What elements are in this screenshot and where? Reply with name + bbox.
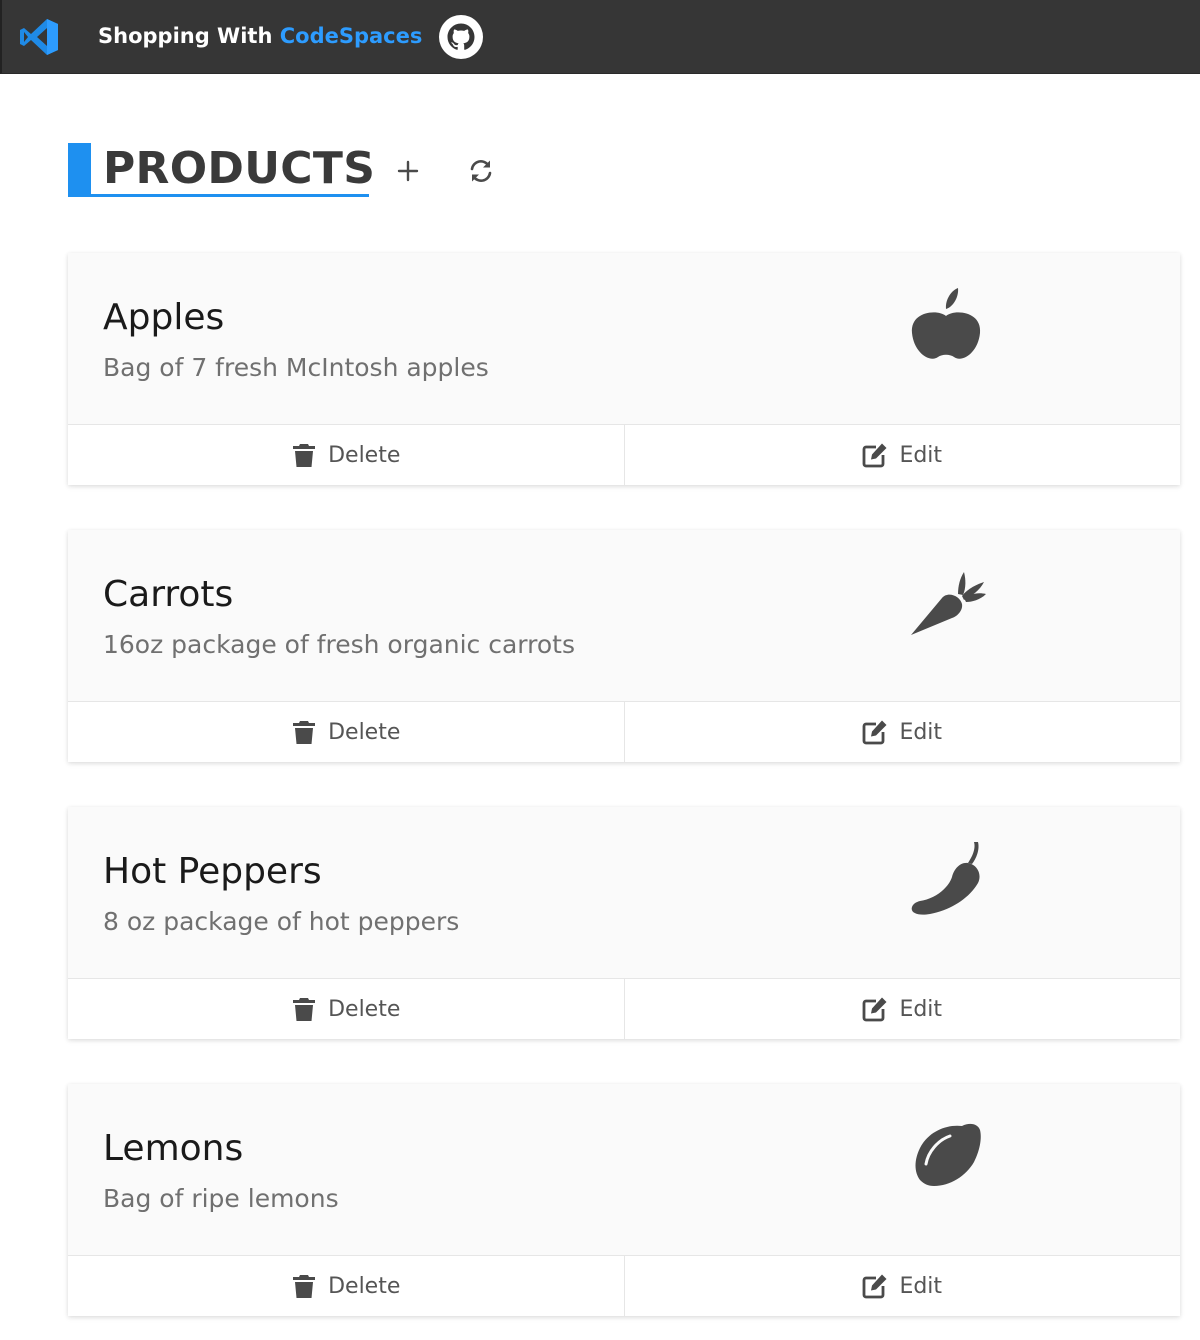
vscode-icon[interactable] [19,18,59,56]
product-name: Hot Peppers [103,851,322,892]
delete-button[interactable]: Delete [68,979,624,1039]
products-heading: PRODUCTS [68,143,375,197]
edit-icon [863,720,887,745]
edit-label: Edit [899,996,943,1022]
github-icon[interactable] [438,14,484,60]
edit-icon [863,1274,887,1299]
sync-icon[interactable] [465,155,497,187]
product-card: Hot Peppers 8 oz package of hot peppers … [68,807,1180,1039]
product-name: Apples [103,297,225,338]
page-title: PRODUCTS [103,143,376,194]
card-actions: Delete Edit [68,701,1180,762]
edit-label: Edit [899,719,943,745]
edit-icon [863,997,887,1022]
card-actions: Delete Edit [68,424,1180,485]
trash-icon [293,1275,316,1298]
plus-icon[interactable] [392,153,424,189]
product-card: Carrots 16oz package of fresh organic ca… [68,530,1180,762]
lemon-icon [915,1123,981,1186]
product-description: 16oz package of fresh organic carrots [103,630,575,659]
delete-label: Delete [328,996,401,1022]
delete-button[interactable]: Delete [68,1256,624,1316]
product-card: Lemons Bag of ripe lemons Delete Edit [68,1084,1180,1316]
edit-label: Edit [899,1273,943,1299]
product-name: Carrots [103,574,234,615]
app-title-accent: CodeSpaces [279,24,423,48]
delete-label: Delete [328,442,401,468]
card-actions: Delete Edit [68,978,1180,1039]
product-description: Bag of 7 fresh McIntosh apples [103,353,489,382]
edit-button[interactable]: Edit [623,425,1181,485]
heading-accent-bar [68,143,91,194]
product-description: 8 oz package of hot peppers [103,907,460,936]
delete-label: Delete [328,1273,401,1299]
edit-icon [863,443,887,468]
delete-button[interactable]: Delete [68,425,624,485]
product-card: Apples Bag of 7 fresh McIntosh apples De… [68,253,1180,485]
delete-label: Delete [328,719,401,745]
edit-label: Edit [899,442,943,468]
app-title[interactable]: Shopping With CodeSpaces [98,22,422,50]
trash-icon [293,721,316,744]
top-nav-bar: Shopping With CodeSpaces [0,0,1200,74]
edit-button[interactable]: Edit [623,702,1181,762]
product-name: Lemons [103,1128,244,1169]
delete-button[interactable]: Delete [68,702,624,762]
trash-icon [293,998,316,1021]
trash-icon [293,444,316,467]
edit-button[interactable]: Edit [623,979,1181,1039]
product-description: Bag of ripe lemons [103,1184,339,1213]
card-actions: Delete Edit [68,1255,1180,1316]
edit-button[interactable]: Edit [623,1256,1181,1316]
carrot-icon [911,572,986,635]
pepper-hot-icon [911,842,980,915]
app-title-prefix: Shopping With [98,24,280,48]
apple-icon [911,288,981,359]
